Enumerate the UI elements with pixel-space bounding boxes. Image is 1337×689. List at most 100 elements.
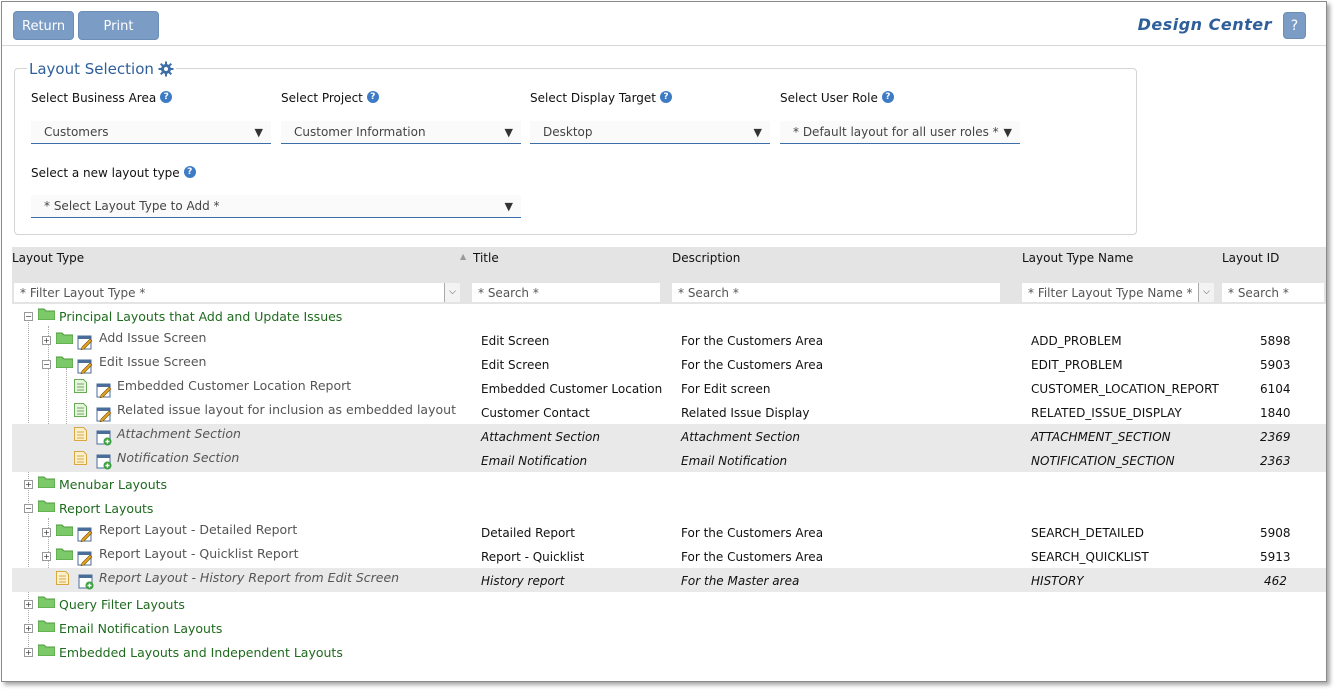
col-layout-type-name[interactable]: Layout Type Name: [1022, 251, 1133, 265]
expand-icon[interactable]: +: [24, 480, 33, 489]
dropdown-arrow-icon: ▼: [504, 200, 513, 213]
table-row[interactable]: Report Layout - History Report from Edit…: [12, 568, 1326, 592]
grid-header: Layout Type ▲ Title Description Layout T…: [12, 247, 1326, 280]
chevron-down-icon[interactable]: ⌵: [1198, 283, 1214, 302]
filter-layout-id-input[interactable]: * Search *: [1221, 282, 1325, 303]
user-role-label-text: Select User Role: [780, 91, 878, 105]
filter-layout-type-input[interactable]: * Filter Layout Type * ⌵: [13, 282, 461, 303]
expand-icon[interactable]: +: [42, 552, 51, 561]
table-row[interactable]: + Add Issue Screen Edit Screen For the C…: [12, 328, 1326, 352]
collapse-icon[interactable]: −: [42, 360, 51, 369]
table-row[interactable]: + Report Layout - Detailed Report Detail…: [12, 520, 1326, 544]
description-cell: For the Customers Area: [681, 526, 824, 540]
help-icon[interactable]: ?: [366, 91, 379, 103]
col-layout-id[interactable]: Layout ID: [1222, 251, 1279, 265]
layout-id-cell: 1840: [1260, 406, 1291, 420]
chevron-down-icon[interactable]: ⌵: [444, 283, 460, 302]
filter-layout-type-text: * Filter Layout Type *: [20, 286, 146, 300]
tree-label: Menubar Layouts: [59, 477, 168, 492]
help-icon[interactable]: ?: [160, 91, 173, 103]
gear-icon[interactable]: [158, 61, 174, 77]
folder-icon: [38, 644, 55, 656]
expand-icon[interactable]: +: [24, 648, 33, 657]
expand-icon[interactable]: +: [24, 600, 33, 609]
tree-row[interactable]: + Menubar Layouts: [12, 472, 1326, 496]
layout-id-cell: 2369: [1260, 430, 1291, 444]
table-row[interactable]: + Report Layout - Quicklist Report Repor…: [12, 544, 1326, 568]
filter-description-text: * Search *: [678, 286, 739, 300]
document-icon: [74, 451, 87, 465]
type-name-cell: SEARCH_QUICKLIST: [1031, 550, 1149, 564]
help-icon[interactable]: ?: [183, 166, 196, 178]
type-name-cell: SEARCH_DETAILED: [1031, 526, 1145, 540]
table-row[interactable]: Attachment Section Attachment Section At…: [12, 424, 1326, 448]
tree-label: Embedded Layouts and Independent Layouts: [59, 645, 343, 660]
sort-arrow-icon[interactable]: ▲: [460, 252, 466, 261]
tree-row[interactable]: + Email Notification Layouts: [12, 616, 1326, 640]
col-description[interactable]: Description: [672, 251, 740, 265]
table-row[interactable]: Notification Section Email Notification …: [12, 448, 1326, 472]
type-name-cell: EDIT_PROBLEM: [1031, 358, 1123, 372]
tree-label: Query Filter Layouts: [59, 597, 185, 612]
business-area-select[interactable]: Customers ▼: [31, 121, 271, 144]
title-cell: Edit Screen: [481, 334, 550, 348]
collapse-icon[interactable]: −: [24, 504, 33, 513]
business-area-value: Customers: [44, 125, 109, 139]
print-page-button[interactable]: Print Page: [78, 11, 159, 63]
description-cell: Attachment Section: [681, 430, 800, 444]
type-name-cell: NOTIFICATION_SECTION: [1031, 454, 1175, 468]
dropdown-arrow-icon: ▼: [1003, 126, 1012, 139]
layout-id-cell: 6104: [1260, 382, 1291, 396]
filter-title-input[interactable]: * Search *: [471, 282, 661, 303]
col-title[interactable]: Title: [473, 251, 499, 265]
help-button[interactable]: ?: [1283, 12, 1306, 39]
tree-row[interactable]: + Query Filter Layouts: [12, 592, 1326, 616]
tree-row[interactable]: + Embedded Layouts and Independent Layou…: [12, 640, 1326, 664]
tree-row[interactable]: − Principal Layouts that Add and Update …: [12, 304, 1326, 328]
layout-id-cell: 2363: [1260, 454, 1291, 468]
add-layout-icon: [78, 574, 94, 590]
project-select[interactable]: Customer Information ▼: [281, 121, 521, 144]
tree-row[interactable]: − Report Layouts: [12, 496, 1326, 520]
expand-icon[interactable]: +: [24, 624, 33, 633]
expand-icon[interactable]: +: [42, 528, 51, 537]
help-icon[interactable]: ?: [881, 91, 894, 103]
tree-label: Principal Layouts that Add and Update Is…: [59, 309, 343, 324]
project-value: Customer Information: [294, 125, 426, 139]
help-icon[interactable]: ?: [660, 91, 673, 103]
user-role-select[interactable]: * Default layout for all user roles * ▼: [780, 121, 1020, 144]
tree-label: Notification Section: [117, 450, 240, 465]
folder-icon: [56, 524, 73, 536]
title-cell: Customer Contact: [481, 406, 590, 420]
return-button[interactable]: Return: [13, 11, 74, 40]
filter-description-input[interactable]: * Search *: [671, 282, 1001, 303]
add-layout-icon: [96, 430, 112, 446]
table-row[interactable]: Related issue layout for inclusion as em…: [12, 400, 1326, 424]
title-cell: Embedded Customer Location: [481, 382, 663, 396]
user-role-value: * Default layout for all user roles *: [793, 125, 999, 139]
description-cell: For the Customers Area: [681, 334, 824, 348]
table-row[interactable]: Embedded Customer Location Report Embedd…: [12, 376, 1326, 400]
edit-layout-icon: [96, 407, 112, 422]
title-cell: Edit Screen: [481, 358, 550, 372]
document-icon: [56, 571, 69, 585]
table-row[interactable]: − Edit Issue Screen Edit Screen For the …: [12, 352, 1326, 376]
filter-type-name-input[interactable]: * Filter Layout Type Name * ⌵: [1021, 282, 1215, 303]
layout-id-cell: 462: [1264, 574, 1287, 588]
tree-label: Email Notification Layouts: [59, 621, 223, 636]
layout-type-select[interactable]: * Select Layout Type to Add * ▼: [31, 195, 521, 218]
col-layout-type[interactable]: Layout Type: [12, 251, 84, 265]
layout-selection-title: Layout Selection: [29, 60, 154, 78]
dropdown-arrow-icon: ▼: [504, 126, 513, 139]
layout-type-label-text: Select a new layout type: [31, 166, 180, 180]
folder-icon: [38, 620, 55, 632]
collapse-icon[interactable]: −: [24, 312, 33, 321]
tree-label: Report Layout - Quicklist Report: [99, 546, 299, 561]
title-cell: Attachment Section: [481, 430, 600, 444]
type-name-cell: ADD_PROBLEM: [1031, 334, 1122, 348]
display-target-select[interactable]: Desktop ▼: [530, 121, 770, 144]
expand-icon[interactable]: +: [42, 336, 51, 345]
edit-layout-icon: [96, 383, 112, 398]
project-label-text: Select Project: [281, 91, 363, 105]
filter-layout-id-text: * Search *: [1228, 286, 1289, 300]
